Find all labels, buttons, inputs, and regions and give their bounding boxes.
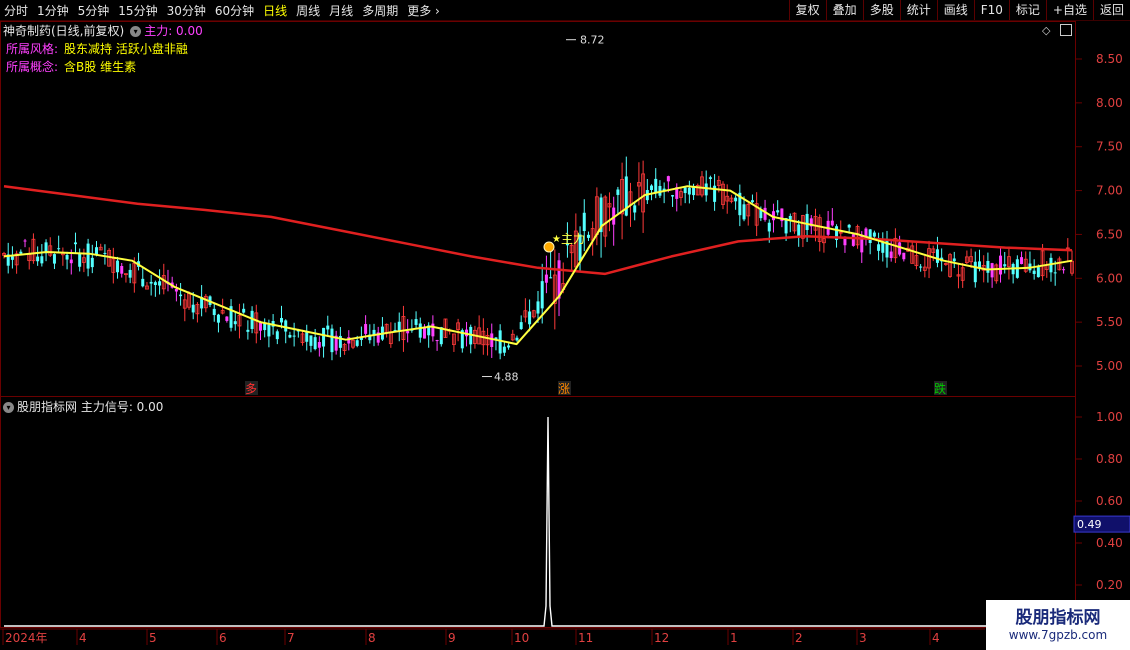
tab-period-7[interactable]: 周线 — [296, 2, 320, 19]
stock-title-row: 神奇制药(日线,前复权) ▾ 主力: 0.00 — [3, 22, 203, 39]
watermark-url: www.7gpzb.com — [1008, 628, 1108, 642]
tab-period-3[interactable]: 15分钟 — [118, 2, 157, 19]
time-tick-label: 8 — [368, 631, 376, 645]
main-chart-panel — [0, 21, 1076, 397]
action-button-4[interactable]: 画线 — [936, 0, 974, 20]
tab-period-6[interactable]: 日线 — [263, 2, 287, 19]
concept-row: 所属概念: 含B股 维生素 — [6, 58, 136, 75]
time-tick-label: 11 — [578, 631, 593, 645]
action-button-7[interactable]: +自选 — [1045, 0, 1093, 20]
time-tick-label: 1 — [730, 631, 738, 645]
current-value-label: 0.49 — [1077, 518, 1102, 531]
time-tick-label: 6 — [219, 631, 227, 645]
watermark-title: 股朋指标网 — [1015, 608, 1101, 628]
tab-period-8[interactable]: 月线 — [329, 2, 353, 19]
indicator-panel — [0, 396, 1076, 628]
action-button-8[interactable]: 返回 — [1092, 0, 1130, 20]
price-tick-label: 6.50 — [1096, 227, 1123, 241]
action-button-2[interactable]: 多股 — [862, 0, 900, 20]
ind-tick-label: 0.80 — [1096, 452, 1123, 466]
time-tick-label: 9 — [448, 631, 456, 645]
time-tick-label: 2024年 — [5, 631, 48, 645]
time-tick-label: 7 — [287, 631, 295, 645]
concept-label: 所属概念: — [6, 60, 59, 74]
tab-period-4[interactable]: 30分钟 — [167, 2, 206, 19]
ind-tick-label: 1.00 — [1096, 410, 1123, 424]
style-label: 所属风格: — [6, 42, 59, 56]
period-tabs: 分时 1分钟 5分钟 15分钟 30分钟 60分钟 日线 周线 月线 多周期 更多 › — [4, 0, 449, 20]
price-tick-label: 8.00 — [1096, 96, 1123, 110]
chevron-down-icon[interactable]: ▾ — [130, 26, 142, 37]
period-toolbar: 分时 1分钟 5分钟 15分钟 30分钟 60分钟 日线 周线 月线 多周期 更多 › 复权 叠加 多股… — [0, 0, 1130, 21]
price-tick-label: 7.00 — [1096, 184, 1123, 198]
diamond-icon[interactable]: ◇ — [1042, 24, 1050, 37]
stock-title: 神奇制药(日线,前复权) — [3, 24, 125, 38]
ind-tick-label: 0.60 — [1096, 494, 1123, 508]
main-indicator-value: 主力: 0.00 — [144, 24, 203, 38]
action-button-1[interactable]: 叠加 — [825, 0, 863, 20]
indicator-title-row: ▾ 股朋指标网 主力信号: 0.00 — [3, 398, 163, 415]
time-tick-label: 10 — [514, 631, 529, 645]
ind-tick-label: 0.40 — [1096, 536, 1123, 550]
price-tick-label: 8.50 — [1096, 52, 1123, 66]
price-tick-label: 7.50 — [1096, 140, 1123, 154]
action-button-5[interactable]: F10 — [973, 0, 1009, 20]
time-tick-label: 4 — [932, 631, 940, 645]
action-buttons: 复权 叠加 多股 统计 画线 F10 标记 +自选 返回 — [788, 0, 1130, 20]
price-tick-label: 5.50 — [1096, 315, 1123, 329]
current-value-box — [1073, 515, 1130, 533]
style-row: 所属风格: 股东减持 活跃小盘非融 — [6, 40, 188, 57]
chevron-down-icon[interactable]: ▾ — [3, 402, 14, 413]
watermark-logo: 股朋指标网 www.7gpzb.com — [986, 600, 1130, 650]
tab-period-9[interactable]: 多周期 — [362, 2, 398, 19]
tab-period-10[interactable]: 更多 › — [407, 2, 440, 19]
panel-toggle-icon[interactable] — [1060, 24, 1072, 36]
concept-value: 含B股 维生素 — [64, 60, 137, 74]
price-tick-label: 5.00 — [1096, 359, 1123, 373]
action-button-0[interactable]: 复权 — [788, 0, 826, 20]
ind-tick-label: 0.20 — [1096, 578, 1123, 592]
action-button-3[interactable]: 统计 — [899, 0, 937, 20]
tab-period-2[interactable]: 5分钟 — [78, 2, 110, 19]
time-tick-label: 3 — [859, 631, 867, 645]
tab-period-1[interactable]: 1分钟 — [37, 2, 69, 19]
time-tick-label: 4 — [79, 631, 87, 645]
time-tick-label: 5 — [149, 631, 157, 645]
tab-period-0[interactable]: 分时 — [4, 2, 28, 19]
indicator-title: 股朋指标网 主力信号: 0.00 — [17, 400, 164, 414]
price-tick-label: 6.00 — [1096, 271, 1123, 285]
tab-period-5[interactable]: 60分钟 — [215, 2, 254, 19]
time-tick-label: 2 — [795, 631, 803, 645]
action-button-6[interactable]: 标记 — [1008, 0, 1046, 20]
time-tick-label: 12 — [654, 631, 669, 645]
style-value: 股东减持 活跃小盘非融 — [64, 42, 188, 56]
